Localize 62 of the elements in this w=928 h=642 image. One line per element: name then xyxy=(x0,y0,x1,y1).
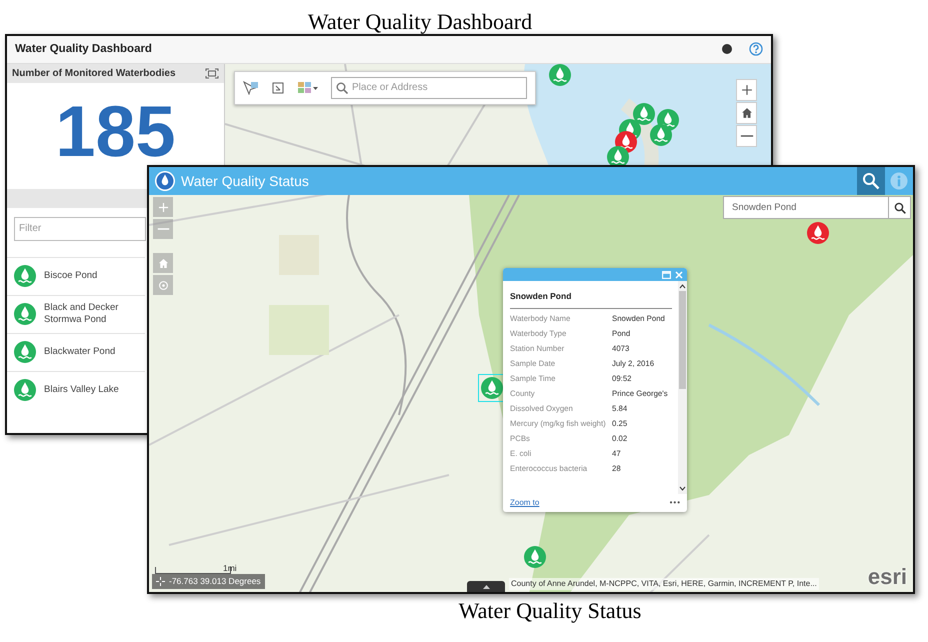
search-icon xyxy=(894,202,906,214)
expand-icon[interactable] xyxy=(205,68,219,79)
filter-field[interactable]: Filter xyxy=(14,216,146,241)
home-button[interactable] xyxy=(736,102,757,124)
scroll-up-icon[interactable] xyxy=(679,284,686,289)
minus-icon xyxy=(740,134,754,137)
water-drop-icon xyxy=(14,379,36,402)
close-button[interactable] xyxy=(674,270,684,280)
search-button[interactable] xyxy=(889,196,911,219)
scrollbar[interactable] xyxy=(678,281,687,494)
scale-label: 1mi xyxy=(223,562,237,575)
water-drop-icon xyxy=(14,341,36,364)
dot-icon[interactable] xyxy=(721,43,733,56)
maximize-button[interactable] xyxy=(661,270,671,280)
home-icon xyxy=(740,106,754,120)
help-icon[interactable] xyxy=(749,42,763,56)
attribution: County of Anne Arundel, M-NCPPC, VITA, Esri, HERE, Garmin, INCREMENT P, Inte... xyxy=(509,578,819,590)
map-marker[interactable] xyxy=(804,219,832,247)
water-drop-icon xyxy=(14,303,36,326)
window-title: Water Quality Status xyxy=(180,172,310,191)
more-button[interactable]: ••• xyxy=(670,497,681,509)
panel-title: Number of Monitored Waterbodies xyxy=(12,66,176,81)
crosshair-icon[interactable] xyxy=(156,577,165,586)
map-marker[interactable] xyxy=(650,124,672,146)
maximize-icon xyxy=(662,270,670,278)
plus-icon xyxy=(740,82,754,97)
frame-icon[interactable] xyxy=(271,80,285,95)
select-icon[interactable] xyxy=(243,80,259,95)
waterbody-name: Black and Decker Stormwa Pond xyxy=(44,302,120,327)
zoom-out-button[interactable] xyxy=(736,124,757,147)
search-field[interactable]: Snowden Pond xyxy=(723,196,889,219)
grid-icon[interactable] xyxy=(297,80,319,95)
map-marker[interactable] xyxy=(521,543,549,571)
minus-icon xyxy=(156,228,170,230)
zoom-to-link[interactable]: Zoom to xyxy=(510,497,540,509)
map-marker[interactable] xyxy=(633,102,655,125)
water-drop-icon xyxy=(14,265,36,288)
close-icon xyxy=(675,270,683,278)
scroll-down-icon[interactable] xyxy=(679,486,686,491)
search-icon xyxy=(336,82,348,94)
map-marker[interactable] xyxy=(549,64,571,86)
list-item[interactable]: Blairs Valley Lake xyxy=(7,370,145,409)
waterbody-name: Biscoe Pond xyxy=(44,270,98,282)
info-icon xyxy=(890,172,908,190)
indicator-value: 185 xyxy=(55,96,176,168)
waterbody-name: Blackwater Pond xyxy=(44,346,116,358)
place-search-field[interactable]: Place or Address xyxy=(331,76,527,99)
search-icon xyxy=(862,172,880,190)
water-drop-icon xyxy=(155,171,175,191)
zoom-in-button[interactable] xyxy=(736,78,757,101)
logo: esri xyxy=(868,566,907,588)
waterbody-name: Blairs Valley Lake xyxy=(44,384,119,396)
list-item[interactable]: Biscoe Pond xyxy=(7,256,145,295)
coordinates: -76.763 39.013 Degrees xyxy=(169,575,261,588)
figure-caption: Water Quality Dashboard xyxy=(306,11,534,33)
figure-caption: Water Quality Status xyxy=(458,600,642,622)
window-title: Water Quality Dashboard xyxy=(15,42,153,57)
caret-icon xyxy=(482,584,490,588)
list-item[interactable]: Black and Decker Stormwa Pond xyxy=(7,294,145,333)
popup-title: Snowden Pond xyxy=(510,285,672,309)
list-item[interactable]: Blackwater Pond xyxy=(7,332,145,371)
panel-tab[interactable] xyxy=(467,581,505,592)
